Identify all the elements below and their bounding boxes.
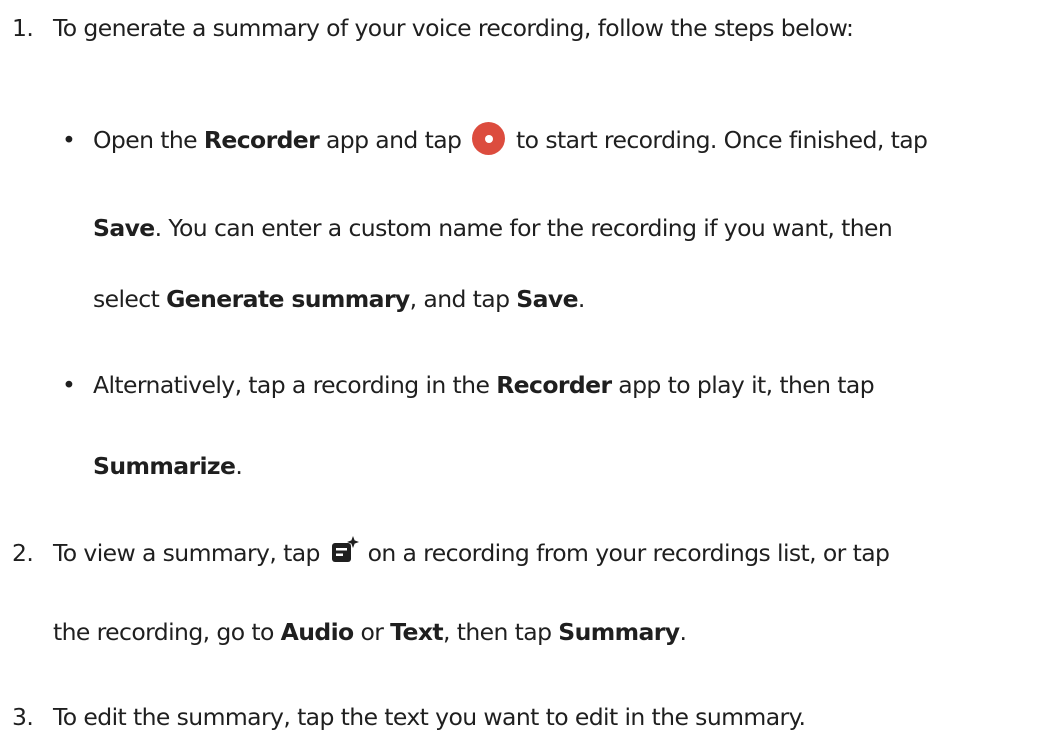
record-icon[interactable]: [472, 122, 506, 155]
step-1-text: To generate a summary of your voice reco…: [53, 14, 854, 42]
bullet-1-line-1: Open the Recorder app and tap to start r…: [93, 122, 928, 155]
step-3-number: 3.: [12, 703, 34, 731]
step-2-number: 2.: [12, 539, 34, 567]
step-2-line-1: To view a summary, tap on a recording fr…: [53, 535, 890, 568]
step-1-number: 1.: [12, 14, 34, 42]
bullet-1-line-2: Save. You can enter a custom name for th…: [93, 214, 893, 242]
step-3-text: To edit the summary, tap the text you wa…: [53, 703, 806, 731]
bullet-1-marker: •: [62, 126, 76, 154]
bullet-1-line-3: select Generate summary, and tap Save.: [93, 285, 585, 313]
bullet-2-line-2: Summarize.: [93, 452, 243, 480]
bullet-2-marker: •: [62, 371, 76, 399]
step-2-line-2: the recording, go to Audio or Text, then…: [53, 618, 687, 646]
bullet-2-line-1: Alternatively, tap a recording in the Re…: [93, 371, 875, 399]
summary-icon[interactable]: [329, 535, 359, 566]
